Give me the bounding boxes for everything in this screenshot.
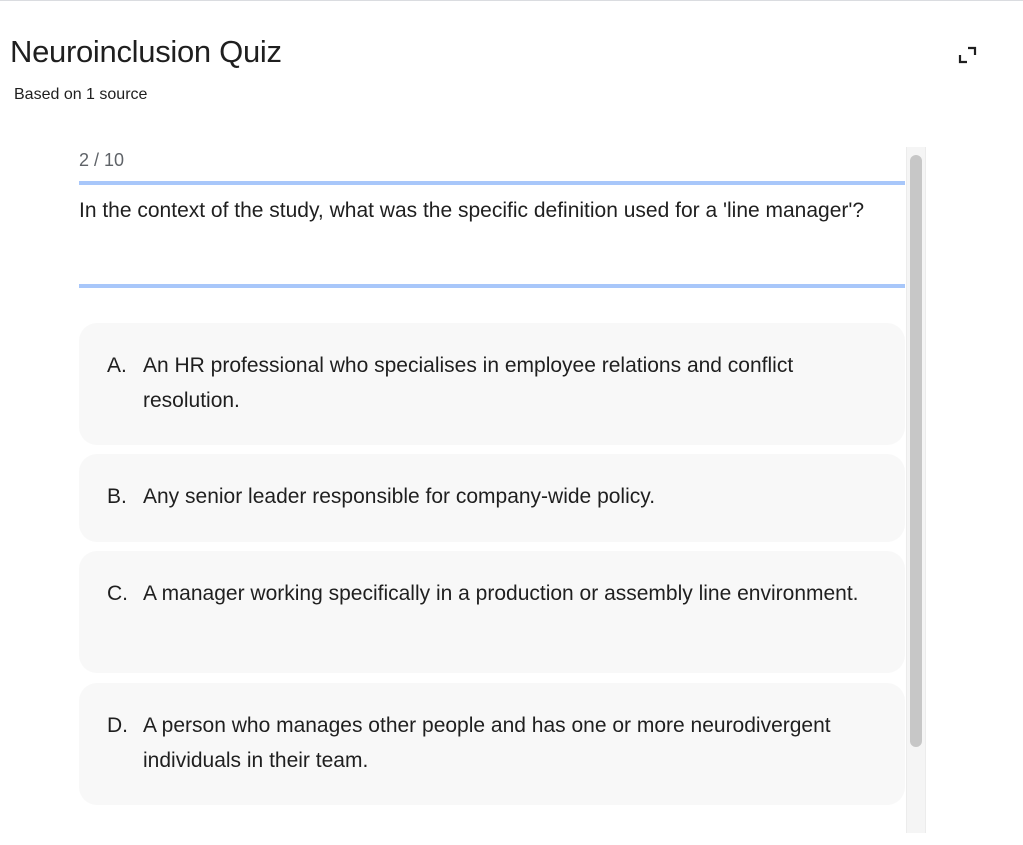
source-count: Based on 1 source	[14, 86, 148, 103]
option-letter: D.	[107, 714, 128, 737]
option-d[interactable]: D. A person who manages other people and…	[79, 683, 905, 805]
page-title: Neuroinclusion Quiz	[10, 34, 282, 69]
option-c[interactable]: C. A manager working specifically in a p…	[79, 551, 905, 673]
option-text: Any senior leader responsible for compan…	[143, 485, 656, 508]
expand-button[interactable]	[952, 40, 982, 70]
option-letter: C.	[107, 582, 128, 605]
question-bottom-divider	[79, 284, 905, 288]
option-a[interactable]: A. An HR professional who specialises in…	[79, 323, 905, 445]
option-letter: B.	[107, 485, 127, 508]
expand-icon	[958, 46, 977, 64]
scrollbar-thumb[interactable]	[910, 155, 922, 747]
option-letter: A.	[107, 354, 127, 377]
option-text: A manager working specifically in a prod…	[143, 582, 859, 605]
option-text: A person who manages other people and ha…	[143, 714, 831, 772]
quiz-panel: 2 / 10 In the context of the study, what…	[79, 140, 905, 845]
option-b[interactable]: B. Any senior leader responsible for com…	[79, 454, 905, 542]
question-top-divider	[79, 181, 905, 185]
quiz-header: Neuroinclusion Quiz Based on 1 source	[0, 0, 1023, 130]
option-text: An HR professional who specialises in em…	[143, 354, 794, 412]
question-progress: 2 / 10	[79, 150, 125, 170]
question-text: In the context of the study, what was th…	[79, 199, 865, 222]
